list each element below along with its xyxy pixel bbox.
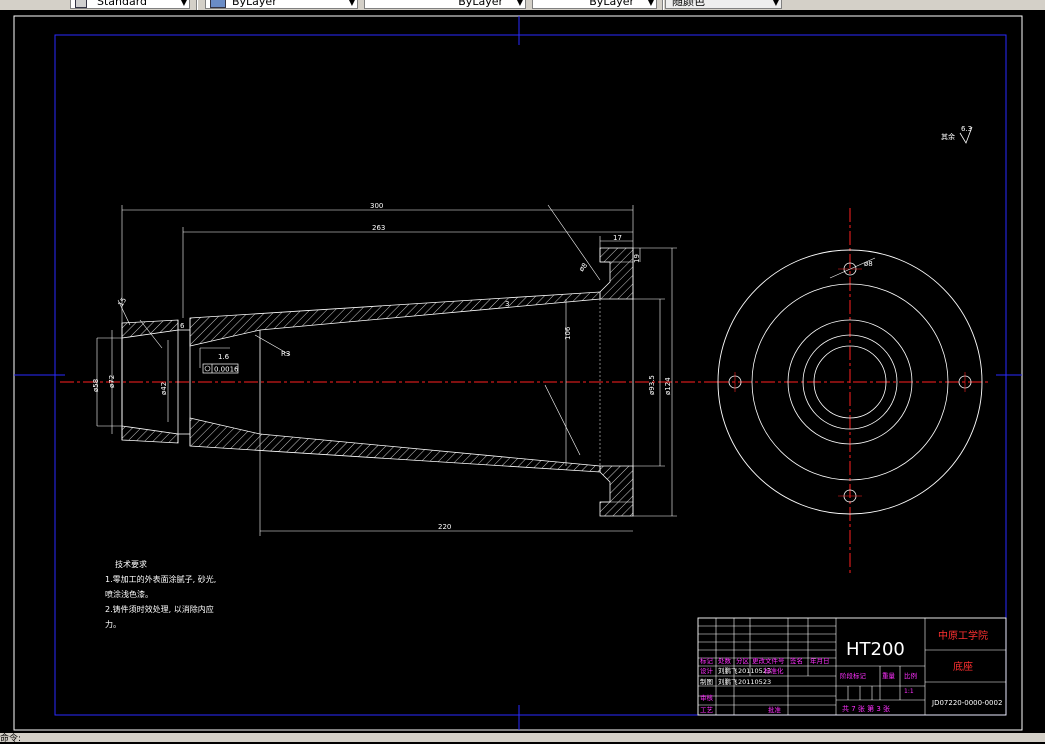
dim-chamfer: 15 <box>117 296 128 308</box>
part-name: 底座 <box>953 660 973 673</box>
tolerance-ref: 1.6 <box>218 353 230 361</box>
dim-106: 106 <box>564 326 572 340</box>
tech-req-title: 技术要求 <box>115 559 147 569</box>
dim-3: 3 <box>505 300 509 308</box>
tech-req-line-1: 1.零加工的外表面涂腻子, 砂光, <box>105 574 216 584</box>
chevron-down-icon: ▼ <box>647 0 654 7</box>
sheet-border <box>13 15 1023 731</box>
lineweight-select[interactable]: ByLayer ▼ <box>532 0 657 9</box>
header-date: 年月日 <box>810 656 830 665</box>
dim-phi72: ø72 <box>108 375 116 388</box>
roughness-label: 其余 <box>941 132 955 141</box>
row-draw-date: 20110523 <box>738 678 771 686</box>
row-approve-label: 批准 <box>768 705 782 714</box>
scale-label: 比例 <box>904 671 917 680</box>
dim-300: 300 <box>370 202 383 210</box>
dim-phi93: ø93.5 <box>648 375 656 395</box>
upper-wall-hatch <box>121 319 179 339</box>
row-design-name: 刘鹏飞 <box>718 666 738 675</box>
row-draw-name: 刘鹏飞 <box>718 677 738 686</box>
title-block: HT200 中原工学院 底座 JD07220-0000-0002 1:1 共 7… <box>697 617 1007 716</box>
dim-220: 220 <box>438 523 451 531</box>
dim-phi58: ø58 <box>92 379 100 392</box>
dim-17: 17 <box>613 234 622 242</box>
dim-19: 19 <box>633 254 641 263</box>
material-label: HT200 <box>846 639 905 660</box>
tech-req-line-2: 喷涂浅色漆。 <box>105 589 153 599</box>
dim-6: 6 <box>180 322 185 330</box>
tolerance-frame: 1.6 0.0016 <box>199 347 239 374</box>
chevron-down-icon: ▼ <box>348 0 355 7</box>
weight-label: 重量 <box>882 672 896 680</box>
header-zone: 分区 <box>736 656 750 665</box>
tech-req-line-4: 力。 <box>105 619 121 629</box>
chevron-down-icon: ▼ <box>180 0 187 7</box>
plot-style-value: 随颜色 <box>672 0 705 8</box>
row-design-extra: 标准化 <box>764 666 784 675</box>
command-prompt: 命令: <box>0 734 22 744</box>
stage-mark-label: 阶段标记 <box>840 671 867 680</box>
header-count: 处数 <box>718 656 732 665</box>
sheet-count: 共 7 张 第 3 张 <box>842 704 890 713</box>
row-draw-label: 制图 <box>700 677 713 686</box>
tech-req-line-3: 2.铸件须时效处理, 以消除内应 <box>105 604 214 614</box>
layer-value: ByLayer <box>232 0 277 8</box>
toolbar-separator <box>196 0 198 10</box>
section-view: 300 263 220 17 19 106 ø124 ø93.5 ø58 ø72… <box>60 202 715 536</box>
text-style-select[interactable]: Standard ▼ <box>70 0 190 9</box>
dim-phi8: ø8 <box>577 261 589 273</box>
text-style-icon <box>75 0 87 8</box>
layer-select[interactable]: ByLayer ▼ <box>205 0 358 9</box>
row-review-label: 审核 <box>700 693 714 702</box>
school-name: 中原工学院 <box>938 629 988 642</box>
linetype-value: ByLayer <box>458 0 503 8</box>
scale-value: 1:1 <box>904 688 914 695</box>
dim-phi42: ø42 <box>160 382 168 395</box>
dim-phi124: ø124 <box>664 377 672 395</box>
header-sign: 签名 <box>790 656 803 665</box>
header-change-doc: 更改文件号 <box>752 656 785 665</box>
lower-wall-hatch <box>121 425 179 444</box>
lineweight-value: ByLayer <box>589 0 634 8</box>
technical-requirements: 技术要求 1.零加工的外表面涂腻子, 砂光, 喷涂浅色漆。 2.铸件须时效处理,… <box>105 559 216 629</box>
header-mark: 标记 <box>700 656 714 665</box>
drawing-number: JD07220-0000-0002 <box>931 699 1002 707</box>
chevron-down-icon: ▼ <box>516 0 523 7</box>
layer-color-icon <box>210 0 226 8</box>
plot-style-select[interactable]: 随颜色 ▼ <box>665 0 782 9</box>
dim-r3: R3 <box>281 350 290 358</box>
end-view-hole-dim: ø8 <box>864 260 873 268</box>
dim-263: 263 <box>372 224 385 232</box>
row-design-label: 设计 <box>700 666 714 675</box>
end-view: ø8 <box>715 208 990 575</box>
text-style-value: Standard <box>97 0 148 8</box>
row-process-label: 工艺 <box>700 706 714 714</box>
roughness-note: 其余 6.3 <box>941 125 973 144</box>
toolbar-separator <box>662 0 664 10</box>
chevron-down-icon: ▼ <box>772 0 779 7</box>
tolerance-value: 0.0016 <box>214 366 239 374</box>
drawing-canvas[interactable]: 其余 6.3 300 263 220 17 19 106 ø124 ø93.5 … <box>0 10 1045 733</box>
command-line[interactable]: 命令: <box>0 733 1045 744</box>
linetype-select[interactable]: ByLayer ▼ <box>364 0 526 9</box>
properties-toolbar: Standard ▼ ByLayer ▼ ByLayer ▼ ByLayer ▼… <box>0 0 1045 10</box>
